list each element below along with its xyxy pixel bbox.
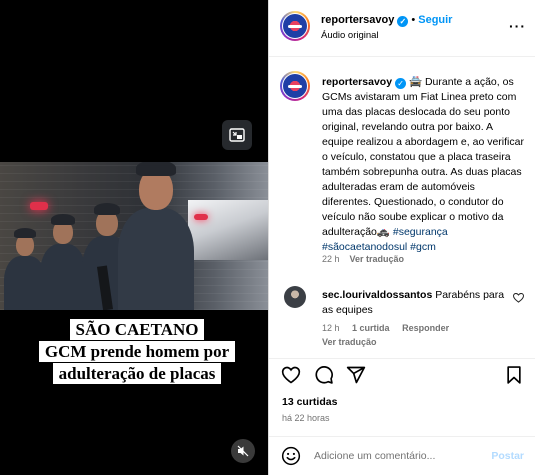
author-avatar[interactable] — [280, 71, 310, 101]
author-username[interactable]: reportersavoy — [321, 14, 394, 26]
hashtag-link[interactable]: #sãocaetanodosul — [322, 241, 407, 253]
reply-button[interactable]: Responder — [402, 323, 449, 333]
caption-meta: 22 h Ver tradução — [322, 254, 404, 264]
more-options-icon[interactable]: ··· — [509, 18, 526, 34]
caption-line-1: SÃO CAETANO — [69, 319, 205, 340]
like-comment-heart-icon[interactable] — [512, 292, 525, 306]
video-caption: SÃO CAETANO GCM prende homem por adulter… — [32, 319, 242, 385]
comment-bubble-icon[interactable] — [314, 365, 334, 385]
hashtag-link[interactable]: #segurança — [393, 226, 448, 238]
likes-count[interactable]: 13 curtidas — [282, 396, 337, 408]
post-timestamp[interactable]: há 22 horas — [282, 413, 330, 423]
mute-button[interactable] — [231, 439, 255, 463]
comment-time[interactable]: 12 h — [322, 323, 340, 333]
see-translation-link[interactable]: Ver tradução — [350, 254, 405, 264]
post-comment-button[interactable]: Postar — [491, 450, 524, 462]
picture-in-picture-button[interactable] — [222, 120, 252, 150]
add-comment-input[interactable] — [314, 447, 474, 465]
commenter-avatar[interactable] — [284, 286, 306, 308]
like-heart-icon[interactable] — [281, 365, 301, 385]
separator-dot: • — [411, 14, 416, 26]
post-header: reportersavoy ✓ • Seguir Áudio original ··· — [269, 0, 535, 57]
comment-meta: 12 h 1 curtida Responder — [322, 323, 459, 333]
follow-button[interactable]: Seguir — [418, 14, 452, 26]
emoji-icon[interactable] — [281, 446, 301, 466]
action-bar — [269, 358, 535, 388]
video-frame — [0, 162, 268, 310]
comment: sec.lourivaldossantos Parabéns para as e… — [322, 288, 512, 318]
police-car-emoji: 🚓 — [376, 226, 390, 238]
comment-username[interactable]: sec.lourivaldossantos — [322, 289, 432, 301]
save-bookmark-icon[interactable] — [504, 365, 524, 385]
officer-figure — [40, 214, 86, 310]
caption-time[interactable]: 22 h — [322, 254, 340, 264]
caption-line-2: GCM prende homem por — [38, 341, 236, 362]
caption-body: Durante a ação, os GCMs avistaram um Fia… — [322, 76, 524, 238]
see-translation-link[interactable]: Ver tradução — [322, 337, 377, 347]
caption-line-3: adulteração de placas — [52, 363, 222, 384]
comments-section[interactable]: reportersavoy ✓ 🚔 Durante a ação, os GCMs… — [269, 57, 535, 357]
post-media[interactable]: SÃO CAETANO GCM prende homem por adulter… — [0, 0, 268, 475]
author-avatar[interactable] — [280, 11, 310, 41]
share-send-icon[interactable] — [346, 365, 366, 385]
post-caption: reportersavoy ✓ 🚔 Durante a ação, os GCMs… — [322, 75, 526, 255]
police-car-emoji: 🚔 — [408, 76, 423, 88]
post-details-panel: reportersavoy ✓ • Seguir Áudio original ···… — [268, 0, 535, 475]
hashtag-link[interactable]: #gcm — [410, 241, 436, 253]
verified-badge-icon: ✓ — [395, 78, 407, 89]
comment-likes[interactable]: 1 curtida — [352, 323, 390, 333]
speaker-muted-icon — [237, 445, 249, 457]
picture-in-picture-icon — [229, 128, 245, 142]
audio-label[interactable]: Áudio original — [321, 30, 379, 41]
officer-figure — [118, 162, 194, 310]
caption-username[interactable]: reportersavoy — [322, 76, 392, 88]
add-comment-bar: Postar — [269, 436, 535, 475]
verified-badge-icon: ✓ — [397, 16, 409, 27]
